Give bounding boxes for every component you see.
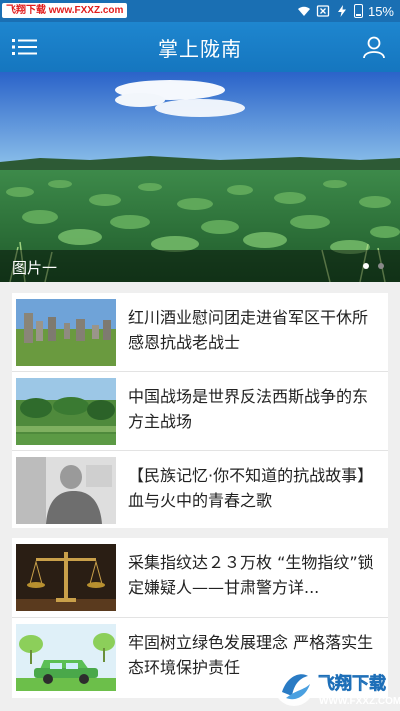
- status-bar: 飞翔下载 www.FXXZ.com 15%: [0, 0, 400, 22]
- green-car-illustration: [16, 624, 116, 691]
- carousel-indicator: [363, 263, 384, 269]
- app-bar: 掌上陇南: [0, 22, 400, 72]
- charging-icon: [337, 5, 346, 17]
- scales-of-justice-photo: [16, 544, 116, 611]
- carousel-dot-active[interactable]: [363, 263, 369, 269]
- news-item[interactable]: 中国战场是世界反法西斯战争的东方主战场: [12, 372, 388, 450]
- news-title: 采集指纹达２３万枚 “生物指纹”锁定嫌疑人——甘肃警方详...: [128, 553, 374, 597]
- banner-carousel[interactable]: 图片一: [0, 72, 400, 282]
- user-icon[interactable]: [362, 35, 386, 59]
- sim-icon: [316, 5, 330, 17]
- old-portrait-photo: [16, 457, 116, 524]
- svg-text:飞翔下载: 飞翔下载: [318, 673, 386, 694]
- battery-percent: 15%: [367, 3, 394, 19]
- watermark-label: 飞翔下载 www.FXXZ.com: [2, 3, 128, 18]
- page-title: 掌上陇南: [158, 37, 242, 61]
- news-title: 【民族记忆·你不知道的抗战故事】血与火中的青春之歌: [128, 466, 374, 510]
- carousel-dot[interactable]: [378, 263, 384, 269]
- news-item[interactable]: 【民族记忆·你不知道的抗战故事】血与火中的青春之歌: [12, 451, 388, 529]
- news-item[interactable]: 采集指纹达２３万枚 “生物指纹”锁定嫌疑人——甘肃警方详...: [12, 538, 388, 616]
- stone-forest-photo: [16, 299, 116, 366]
- banner-caption: 图片一: [12, 259, 58, 277]
- banner-caption-bar: 图片一: [0, 250, 400, 282]
- watermark-logo: 飞翔下载 WWW.FXXZ.COM: [274, 666, 400, 707]
- news-title: 红川酒业慰问团走进省军区干休所感恩抗战老战士: [128, 308, 369, 352]
- wifi-icon: [297, 6, 310, 16]
- news-card: 红川酒业慰问团走进省军区干休所感恩抗战老战士 中国战场是世界反法西斯战争的东方主…: [12, 293, 388, 528]
- news-item[interactable]: 红川酒业慰问团走进省军区干休所感恩抗战老战士: [12, 293, 388, 371]
- battery-icon: [353, 4, 363, 18]
- green-landscape-photo: [16, 378, 116, 445]
- svg-text:WWW.FXXZ.COM: WWW.FXXZ.COM: [319, 696, 400, 707]
- news-title: 中国战场是世界反法西斯战争的东方主战场: [128, 387, 369, 431]
